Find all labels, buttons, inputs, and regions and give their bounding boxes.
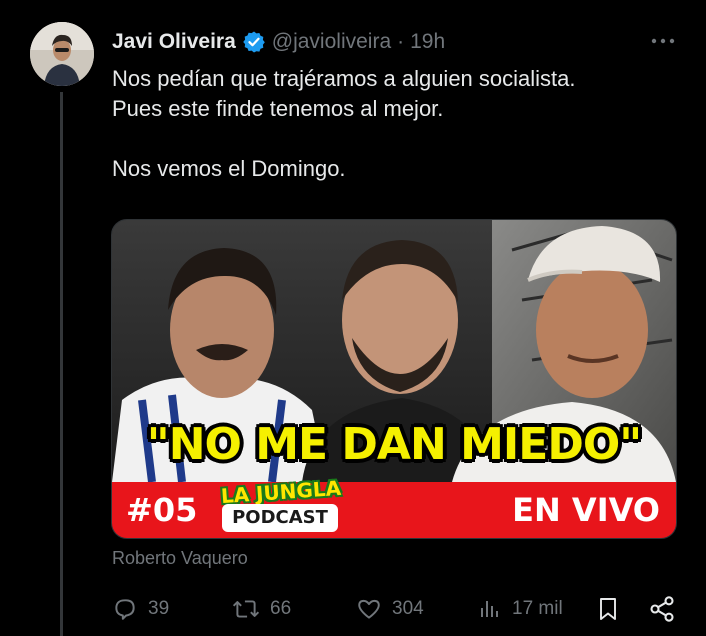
repost-icon [232,600,260,618]
tweet-header: Javi Oliveira @javioliveira · 19h [112,28,445,56]
avatar[interactable] [30,22,94,86]
media-thumbnail[interactable]: "NO ME DAN MIEDO" #05 LA JUNGLA PODCAST … [111,219,677,539]
heart-icon [358,599,380,619]
action-bar: 39 66 304 17 mil [112,594,678,624]
share-icon [650,596,674,622]
reply-icon [115,599,135,620]
media-headline-wrap: "NO ME DAN MIEDO" [112,420,676,470]
author-name[interactable]: Javi Oliveira [112,30,236,54]
views-button[interactable]: 17 mil [478,594,563,624]
author-handle[interactable]: @javioliveira [272,30,391,54]
views-count: 17 mil [512,598,563,619]
tweet-text-line: Nos pedían que trajéramos a alguien soci… [112,66,576,91]
share-button[interactable] [648,594,676,624]
podcast-logo-subtitle: PODCAST [222,504,338,532]
more-options-icon[interactable] [648,30,678,52]
tweet-text-line: Nos vemos el Domingo. [112,156,346,181]
reply-count: 39 [148,598,170,619]
repost-button[interactable]: 66 [232,594,291,624]
like-count: 304 [392,598,424,619]
separator-dot: · [397,30,405,53]
media-headline: "NO ME DAN MIEDO" [146,419,642,470]
reply-button[interactable]: 39 [112,594,169,624]
tweet-text: Nos pedían que trajéramos a alguien soci… [112,64,692,184]
bookmark-icon [600,598,616,620]
timestamp[interactable]: 19h [410,30,445,54]
tweet-text-line: Pues este finde tenemos al mejor. [112,96,444,121]
views-icon [481,601,498,617]
live-label: EN VIVO [512,491,660,529]
thread-line [60,92,63,636]
media-attribution[interactable]: Roberto Vaquero [112,548,248,569]
repost-count: 66 [270,598,292,619]
like-button[interactable]: 304 [356,594,424,624]
bookmark-button[interactable] [596,594,620,624]
episode-number: #05 [126,491,198,529]
avatar-photo [30,22,94,86]
verified-badge-icon [242,30,266,54]
